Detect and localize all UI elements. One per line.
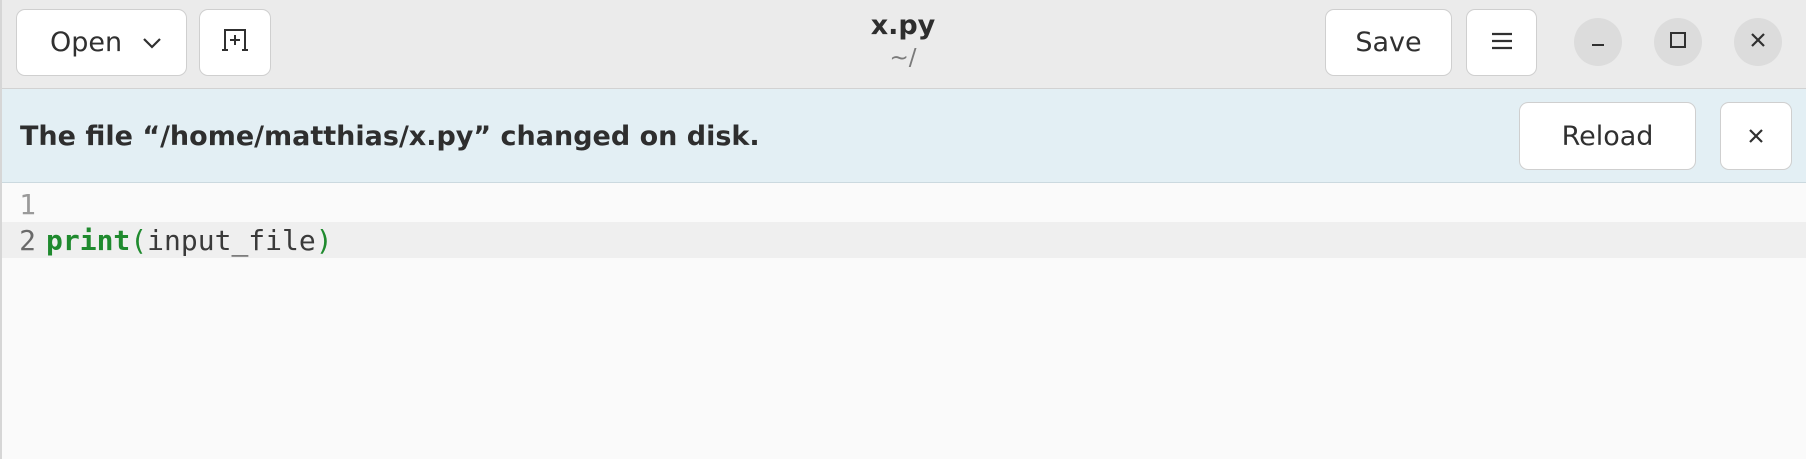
hamburger-menu-icon [1490, 27, 1514, 58]
close-icon [1749, 31, 1767, 53]
reload-button-label: Reload [1561, 120, 1654, 152]
open-button[interactable]: Open [16, 9, 187, 76]
line-number: 1 [19, 187, 36, 221]
new-tab-icon [221, 26, 249, 59]
line-number: 2 [19, 223, 36, 257]
header-bar: Open x.py ~/ Save [2, 0, 1806, 89]
chevron-down-icon [142, 37, 162, 49]
save-button-label: Save [1355, 27, 1422, 58]
save-button[interactable]: Save [1325, 9, 1452, 76]
dismiss-infobar-button[interactable] [1720, 102, 1792, 170]
main-menu-button[interactable] [1466, 9, 1537, 76]
minimize-button[interactable] [1574, 18, 1622, 66]
keyword-token: print [46, 223, 131, 257]
editor-line-current[interactable]: 2 print(input_file) [2, 222, 1806, 258]
identifier-token: input_file [147, 223, 316, 257]
line-code: print(input_file) [46, 224, 333, 257]
open-paren-token: ( [130, 223, 148, 257]
close-paren-token: ) [315, 223, 333, 257]
window-subtitle: ~/ [889, 45, 917, 71]
open-button-label: Open [50, 27, 123, 58]
minimize-icon [1589, 31, 1607, 53]
new-tab-button[interactable] [199, 9, 271, 76]
text-editor-window: Open x.py ~/ Save The file “/home/matthi… [0, 0, 1806, 459]
infobar-message: The file “/home/matthias/x.py” changed o… [20, 120, 760, 152]
close-icon [1747, 121, 1765, 152]
reload-button[interactable]: Reload [1519, 102, 1696, 170]
maximize-icon [1669, 31, 1687, 53]
code-editor[interactable]: 1 2 print(input_file) [2, 183, 1806, 459]
maximize-button[interactable] [1654, 18, 1702, 66]
close-window-button[interactable] [1734, 18, 1782, 66]
window-title: x.py [870, 10, 936, 41]
window-title-group: x.py ~/ [802, 8, 1004, 72]
editor-line[interactable]: 1 [2, 186, 1806, 222]
file-changed-infobar: The file “/home/matthias/x.py” changed o… [2, 89, 1806, 183]
